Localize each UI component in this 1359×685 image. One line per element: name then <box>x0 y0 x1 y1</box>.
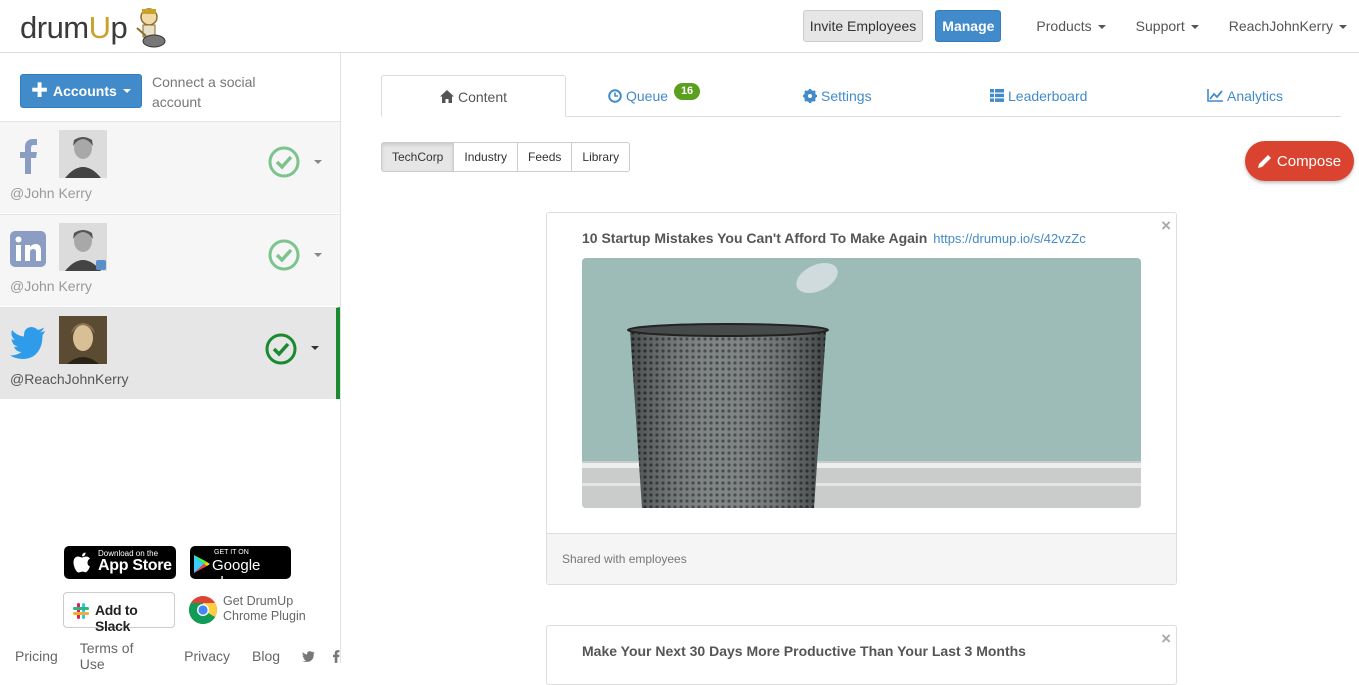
chrome-line1: Get DrumUp <box>223 594 294 608</box>
subtab-techcorp[interactable]: TechCorp <box>381 142 455 172</box>
home-icon <box>439 90 454 104</box>
logo-text: drumUp <box>20 10 128 45</box>
close-icon[interactable]: × <box>1161 629 1171 649</box>
post-card: Make Your Next 30 Days More Productive T… <box>546 625 1177 685</box>
sidebar-footer: Pricing Terms of Use Privacy Blog <box>15 640 340 672</box>
compose-button[interactable]: Compose <box>1245 141 1354 181</box>
clock-icon <box>608 88 622 103</box>
slack-icon <box>73 603 89 619</box>
google-play-icon <box>194 555 210 573</box>
app-store-badge[interactable]: Download on the App Store <box>64 546 176 579</box>
chrome-plugin-link[interactable]: Get DrumUp Chrome Plugin <box>188 592 318 628</box>
user-menu-label: ReachJohnKerry <box>1228 18 1333 34</box>
tab-analytics-label: Analytics <box>1227 88 1284 104</box>
top-navbar: drumUp Invite Employees Manage Products … <box>0 0 1359 53</box>
google-play-badge[interactable]: GET IT ON Google play <box>190 546 291 591</box>
google-play-small-text: GET IT ON <box>214 549 249 556</box>
post-image[interactable] <box>582 258 1141 508</box>
compose-button-label: Compose <box>1276 152 1342 170</box>
avatar <box>59 223 107 271</box>
chevron-down-icon[interactable] <box>311 346 319 350</box>
post-title-text: Make Your Next 30 Days More Productive T… <box>582 643 1026 659</box>
check-circle-icon[interactable] <box>265 333 297 365</box>
tab-queue[interactable]: Queue 16 <box>608 75 701 117</box>
post-link[interactable]: https://drumup.io/s/42vzZc <box>933 231 1085 246</box>
connect-account-text: Connect a social account <box>152 74 256 110</box>
slack-label: Add to Slack <box>95 602 138 634</box>
tab-analytics[interactable]: Analytics <box>1207 75 1283 117</box>
chevron-down-icon <box>1339 25 1347 30</box>
twitter-icon[interactable] <box>302 650 315 662</box>
line-chart-icon <box>1207 89 1223 103</box>
chevron-down-icon[interactable] <box>314 160 322 164</box>
subtab-library[interactable]: Library <box>571 142 631 172</box>
gear-icon <box>803 88 817 103</box>
tab-content[interactable]: Content <box>381 75 566 117</box>
main-tabs: Content Queue 16 Settings Leaderboard An… <box>381 75 1341 117</box>
sidebar: ✚ Accounts Connect a social account @Joh… <box>0 53 341 672</box>
accounts-button[interactable]: ✚ Accounts <box>20 74 142 108</box>
chevron-down-icon <box>1097 25 1106 30</box>
user-menu[interactable]: ReachJohnKerry <box>1214 10 1359 42</box>
chrome-line2: Chrome Plugin <box>223 609 306 623</box>
products-menu[interactable]: Products <box>1021 10 1120 42</box>
accounts-button-label: Accounts <box>52 83 117 99</box>
tab-settings-label: Settings <box>821 88 872 104</box>
apple-icon <box>73 552 90 573</box>
account-item-linkedin[interactable]: @John Kerry <box>0 214 340 306</box>
post-title: Make Your Next 30 Days More Productive T… <box>582 643 1026 659</box>
account-item-twitter[interactable]: @ReachJohnKerry <box>0 307 340 399</box>
avatar <box>59 316 107 364</box>
tab-queue-label: Queue <box>626 88 669 104</box>
tab-leaderboard[interactable]: Leaderboard <box>990 75 1087 117</box>
chevron-down-icon <box>1190 25 1199 30</box>
chrome-icon <box>189 596 217 624</box>
subtab-feeds[interactable]: Feeds <box>517 142 573 172</box>
post-title-text: 10 Startup Mistakes You Can't Afford To … <box>582 230 928 246</box>
close-icon[interactable]: × <box>1161 216 1171 236</box>
facebook-icon[interactable] <box>333 649 340 663</box>
subtab-industry[interactable]: Industry <box>453 142 519 172</box>
manage-button[interactable]: Manage <box>935 10 1002 42</box>
account-handle: @John Kerry <box>10 278 92 294</box>
add-to-slack-button[interactable]: Add to Slack <box>63 592 175 634</box>
blog-link[interactable]: Blog <box>252 648 280 664</box>
chevron-down-icon[interactable] <box>314 253 322 257</box>
drummer-mascot-icon <box>136 8 166 48</box>
account-handle: @John Kerry <box>10 185 92 201</box>
main-content: Content Queue 16 Settings Leaderboard An… <box>341 53 1359 685</box>
privacy-link[interactable]: Privacy <box>184 648 230 664</box>
account-handle: @ReachJohnKerry <box>10 371 129 387</box>
post-footer: Shared with employees <box>547 533 1176 584</box>
tab-content-label: Content <box>457 89 508 105</box>
pricing-link[interactable]: Pricing <box>15 648 58 664</box>
products-menu-label: Products <box>1036 18 1092 34</box>
support-menu[interactable]: Support <box>1121 10 1214 42</box>
app-store-big-text: App Store <box>98 557 172 574</box>
linkedin-icon <box>10 231 46 267</box>
google-play-big-text: Google play <box>212 557 261 591</box>
content-source-tabs: TechCorp Industry Feeds Library <box>381 142 631 172</box>
drumup-logo[interactable]: drumUp <box>20 6 169 50</box>
list-icon <box>990 89 1004 103</box>
facebook-icon <box>20 139 37 174</box>
support-menu-label: Support <box>1135 18 1185 34</box>
tab-leaderboard-label: Leaderboard <box>1008 88 1088 104</box>
plus-icon: ✚ <box>31 80 48 102</box>
terms-link[interactable]: Terms of Use <box>80 640 162 672</box>
check-circle-icon[interactable] <box>268 239 300 271</box>
account-item-facebook[interactable]: @John Kerry <box>0 121 340 213</box>
tab-settings[interactable]: Settings <box>803 75 872 117</box>
invite-employees-button[interactable]: Invite Employees <box>802 10 924 42</box>
post-title: 10 Startup Mistakes You Can't Afford To … <box>582 230 1086 246</box>
avatar <box>59 130 107 178</box>
queue-count-badge: 16 <box>673 83 701 100</box>
pencil-icon <box>1257 155 1271 168</box>
post-card: 10 Startup Mistakes You Can't Afford To … <box>546 212 1177 585</box>
twitter-icon <box>10 327 45 359</box>
chevron-down-icon <box>122 89 131 93</box>
check-circle-icon[interactable] <box>268 146 300 178</box>
